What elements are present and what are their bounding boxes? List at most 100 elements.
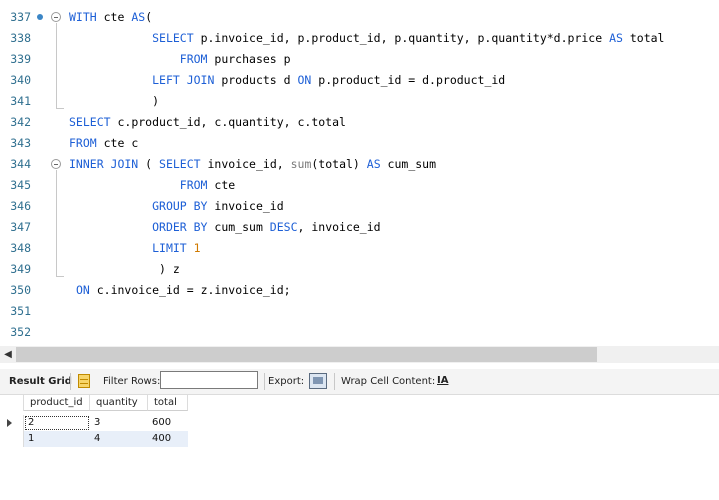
grid-header-row: product_id quantity total (0, 395, 190, 411)
code-line[interactable]: 342 SELECT c.product_id, c.quantity, c.to… (0, 112, 719, 133)
sql-keyword: ON (75, 283, 90, 297)
code-text[interactable]: SELECT c.product_id, c.quantity, c.total (69, 112, 346, 133)
table-cell[interactable]: 600 (148, 415, 188, 431)
sql-keyword: LEFT JOIN (152, 73, 215, 87)
fold-guide (56, 23, 57, 108)
code-line[interactable]: 345 FROM cte (0, 175, 719, 196)
sql-text: c.product_id, c.quantity, c.total (110, 115, 346, 129)
sql-text: cte (96, 10, 132, 24)
result-grid-icon[interactable] (78, 374, 90, 388)
line-number: 348 (10, 241, 31, 255)
code-text[interactable]: ) (69, 91, 159, 112)
row-selector[interactable] (0, 431, 24, 447)
code-text[interactable]: FROM purchases p (69, 49, 291, 70)
sql-editor[interactable]: 337 WITH cte AS(338 SELECT p.invoice_id, … (0, 0, 719, 346)
code-text[interactable]: SELECT p.invoice_id, p.product_id, p.qua… (69, 28, 664, 49)
line-number: 338 (10, 31, 31, 45)
sql-number: 1 (193, 241, 201, 255)
export-label: Export: (268, 376, 305, 387)
column-header-total[interactable]: total (148, 395, 188, 411)
row-selector[interactable] (0, 415, 24, 431)
table-cell[interactable]: 1 (24, 431, 90, 447)
scroll-left-icon[interactable]: ◀ (1, 346, 15, 363)
code-text[interactable]: GROUP BY invoice_id (69, 196, 284, 217)
code-line[interactable]: 341 ) (0, 91, 719, 112)
sql-keyword: WITH (69, 10, 97, 24)
code-line[interactable]: 352 (0, 322, 719, 343)
line-number: 349 (10, 262, 31, 276)
table-cell[interactable]: 3 (90, 415, 148, 431)
line-number: 345 (10, 178, 31, 192)
code-text[interactable]: FROM cte c (69, 133, 138, 154)
fold-guide (56, 170, 57, 276)
code-line[interactable]: 349 ) z (0, 259, 719, 280)
toolbar-separator (334, 373, 335, 390)
line-number: 347 (10, 220, 31, 234)
sql-keyword: LIMIT (152, 241, 187, 255)
code-line[interactable]: 338 SELECT p.invoice_id, p.product_id, p… (0, 28, 719, 49)
sql-text: cte (207, 178, 236, 192)
code-line[interactable]: 343 FROM cte c (0, 133, 719, 154)
scrollbar-thumb[interactable] (16, 347, 597, 362)
table-row[interactable]: 1 4 400 (0, 431, 190, 447)
wrap-cell-icon[interactable]: IA (437, 375, 448, 387)
code-text[interactable]: ORDER BY cum_sum DESC, invoice_id (69, 217, 381, 238)
code-text[interactable]: WITH cte AS( (69, 7, 152, 28)
code-line[interactable]: 348 LIMIT 1 (0, 238, 719, 259)
table-row[interactable]: 2 3 600 (0, 415, 190, 431)
filter-rows-input[interactable] (160, 371, 258, 389)
line-number: 343 (10, 136, 31, 150)
export-icon[interactable] (309, 373, 327, 389)
sql-keyword: FROM (69, 136, 97, 150)
line-number: 339 (10, 52, 31, 66)
table-cell[interactable]: 2 (24, 415, 90, 431)
code-line[interactable]: 344 INNER JOIN ( SELECT invoice_id, sum(t… (0, 154, 719, 175)
code-text[interactable]: FROM cte (69, 175, 235, 196)
code-text[interactable]: ON c.invoice_id = z.invoice_id; (69, 280, 291, 301)
code-line[interactable]: 337 WITH cte AS( (0, 7, 719, 28)
result-grid-tab[interactable]: Result Grid (9, 369, 72, 394)
fold-toggle-icon[interactable] (51, 12, 61, 22)
sql-text: cum_sum (207, 220, 270, 234)
code-line[interactable]: 347 ORDER BY cum_sum DESC, invoice_id (0, 217, 719, 238)
row-selector-header[interactable] (0, 395, 24, 411)
table-cell[interactable]: 400 (148, 431, 188, 447)
sql-keyword: SELECT (159, 157, 201, 171)
code-line[interactable]: 339 FROM purchases p (0, 49, 719, 70)
line-number: 344 (10, 157, 31, 171)
line-number: 346 (10, 199, 31, 213)
sql-keyword: AS (366, 157, 381, 171)
sql-text: purchases p (207, 52, 291, 66)
code-text[interactable]: LEFT JOIN products d ON p.product_id = d… (69, 70, 505, 91)
code-text[interactable]: INNER JOIN ( SELECT invoice_id, sum(tota… (69, 154, 436, 175)
sql-keyword: FROM (179, 178, 208, 192)
code-text[interactable]: LIMIT 1 (69, 238, 201, 259)
filter-rows-label: Filter Rows: (103, 376, 161, 387)
fold-toggle-icon[interactable] (51, 159, 61, 169)
code-line[interactable]: 351 (0, 301, 719, 322)
line-number: 337 (10, 10, 31, 24)
code-line[interactable]: 350 ON c.invoice_id = z.invoice_id; (0, 280, 719, 301)
code-line[interactable]: 346 GROUP BY invoice_id (0, 196, 719, 217)
column-header-quantity[interactable]: quantity (90, 395, 148, 411)
breakpoint-dot-icon[interactable] (37, 14, 43, 20)
horizontal-scrollbar[interactable]: ◀ (0, 346, 719, 363)
sql-keyword: ORDER BY (152, 220, 208, 234)
sql-text: (total) (311, 157, 367, 171)
sql-keyword: AS (131, 10, 146, 24)
wrap-cell-label: Wrap Cell Content: (341, 376, 436, 387)
code-line[interactable]: 340 LEFT JOIN products d ON p.product_id… (0, 70, 719, 91)
line-number: 351 (10, 304, 31, 318)
sql-text: cum_sum (380, 157, 437, 171)
sql-function: sum (290, 157, 312, 171)
sql-text: invoice_id, (200, 157, 291, 171)
sql-text: invoice_id (207, 199, 284, 213)
code-text[interactable]: ) z (69, 259, 180, 280)
column-header-product-id[interactable]: product_id (24, 395, 90, 411)
table-cell[interactable]: 4 (90, 431, 148, 447)
